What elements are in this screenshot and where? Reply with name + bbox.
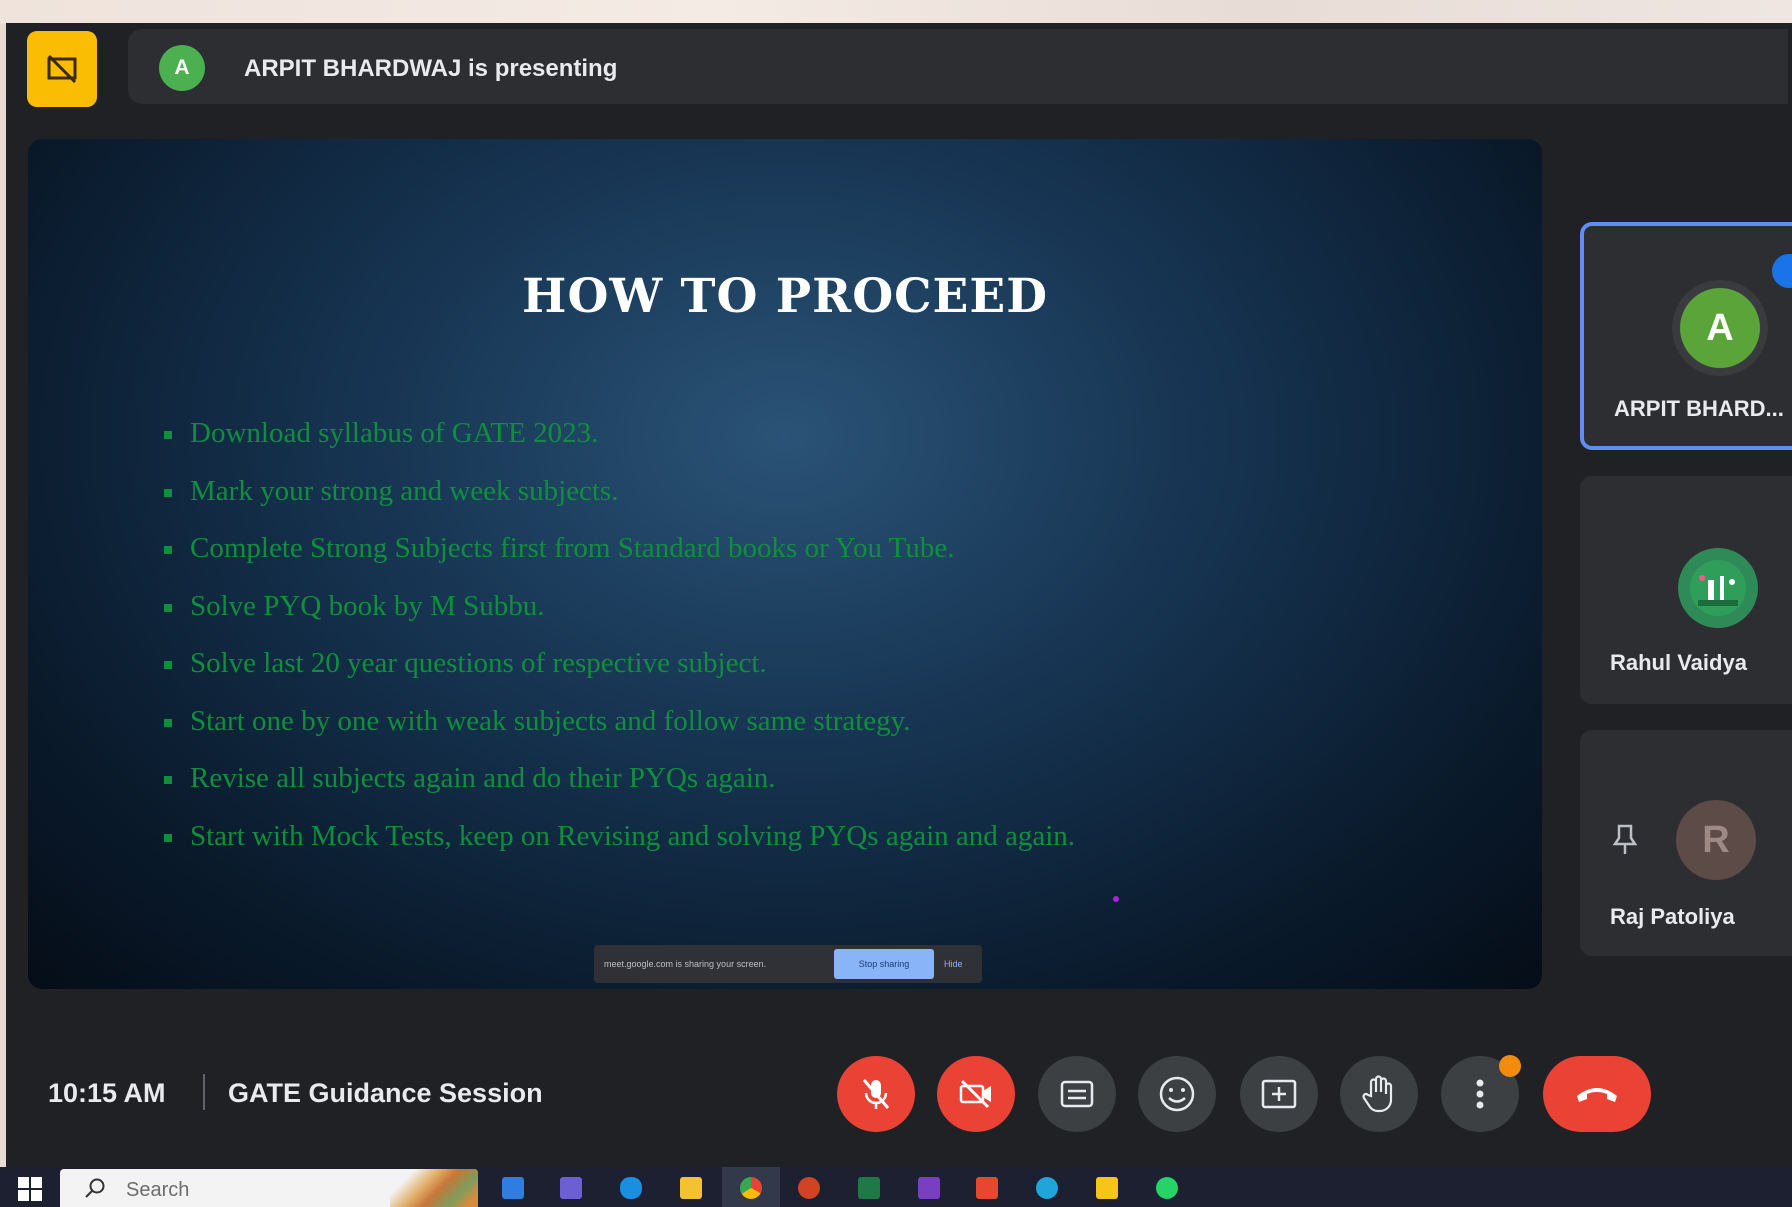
excel-icon[interactable]: [858, 1177, 880, 1199]
notification-dot: [1499, 1055, 1521, 1077]
profile-picture-icon: [1690, 560, 1746, 616]
emoji-reaction-button[interactable]: [1138, 1056, 1216, 1132]
slide-bullet: Start with Mock Tests, keep on Revising …: [156, 808, 1075, 866]
meet-activity-icon[interactable]: [27, 31, 97, 107]
whatsapp-icon[interactable]: [1156, 1177, 1178, 1199]
sticky-notes-icon[interactable]: [1096, 1177, 1118, 1199]
file-explorer-icon[interactable]: [680, 1177, 702, 1199]
presenting-label: ARPIT BHARDWAJ is presenting: [244, 55, 618, 82]
mic-toggle-button[interactable]: [837, 1056, 915, 1132]
presenter-avatar: A: [159, 45, 205, 91]
search-placeholder: Search: [126, 1179, 190, 1201]
office-icon[interactable]: [976, 1177, 998, 1199]
slide-bullet: Revise all subjects again and do their P…: [156, 750, 1075, 808]
chrome-icon[interactable]: [740, 1177, 762, 1199]
taskbar-search-box[interactable]: Search: [60, 1169, 478, 1207]
leave-call-button[interactable]: [1543, 1056, 1651, 1132]
captions-button[interactable]: [1038, 1056, 1116, 1132]
meeting-title: GATE Guidance Session: [228, 1078, 543, 1108]
slide-bullet: Download syllabus of GATE 2023.: [156, 405, 1075, 463]
participant-tile-arpit[interactable]: A ARPIT BHARD...: [1580, 222, 1792, 450]
participant-name: Rahul Vaidya: [1610, 650, 1747, 675]
more-options-button[interactable]: [1441, 1055, 1521, 1132]
raise-hand-button[interactable]: [1340, 1056, 1418, 1132]
windows-start-icon[interactable]: [18, 1177, 42, 1201]
speaking-indicator: [1772, 254, 1792, 288]
footer-divider: [203, 1074, 205, 1110]
presenting-banner: A ARPIT BHARDWAJ is presenting: [128, 29, 1788, 104]
emoji-icon: [1159, 1076, 1195, 1112]
pointer-dot: [1113, 896, 1119, 902]
participant-name: Raj Patoliya: [1610, 904, 1735, 929]
slide-bullet: Start one by one with weak subjects and …: [156, 693, 1075, 751]
teams-icon[interactable]: [560, 1177, 582, 1199]
present-now-button[interactable]: [1240, 1056, 1318, 1132]
hand-icon: [1362, 1075, 1393, 1113]
slide-bullet: Solve PYQ book by M Subbu.: [156, 578, 1075, 636]
hang-up-icon: [1577, 1088, 1617, 1102]
windows-taskbar: Search: [0, 1167, 1792, 1207]
participant-tile-raj[interactable]: R Raj Patoliya: [1580, 730, 1792, 956]
present-off-icon: [47, 54, 77, 84]
participant-avatar: R: [1676, 800, 1756, 880]
shared-slide: HOW TO PROCEED Download syllabus of GATE…: [28, 139, 1542, 989]
edge-icon[interactable]: [1036, 1177, 1058, 1199]
stop-sharing-button[interactable]: Stop sharing: [834, 949, 934, 979]
desktop-background-strip: [0, 0, 1792, 24]
participant-name: ARPIT BHARD...: [1614, 396, 1784, 421]
powerpoint-icon[interactable]: [798, 1177, 820, 1199]
slide-title: HOW TO PROCEED: [522, 269, 1048, 324]
more-vert-icon: [1476, 1079, 1484, 1109]
hide-share-button[interactable]: Hide: [944, 959, 963, 969]
slide-bullet: Mark your strong and week subjects.: [156, 463, 1075, 521]
participant-avatar: A: [1680, 288, 1760, 368]
camera-off-icon: [959, 1079, 991, 1109]
captions-icon: [1060, 1080, 1094, 1108]
onenote-icon[interactable]: [918, 1177, 940, 1199]
pin-icon: [1612, 824, 1638, 854]
share-notice-text: meet.google.com is sharing your screen.: [604, 959, 767, 969]
search-highlight-image: [390, 1169, 478, 1207]
mic-off-icon: [862, 1079, 890, 1109]
widgets-icon[interactable]: [502, 1177, 524, 1199]
slide-bullet: Complete Strong Subjects first from Stan…: [156, 520, 1075, 578]
onedrive-icon[interactable]: [620, 1177, 642, 1199]
slide-bullet: Solve last 20 year questions of respecti…: [156, 635, 1075, 693]
meeting-time: 10:15 AM: [48, 1078, 166, 1108]
participant-tile-rahul[interactable]: Rahul Vaidya: [1580, 476, 1792, 704]
screen-share-notice: meet.google.com is sharing your screen. …: [594, 945, 982, 983]
search-icon: [85, 1178, 105, 1198]
camera-toggle-button[interactable]: [937, 1056, 1015, 1132]
present-screen-icon: [1261, 1079, 1297, 1109]
slide-bullet-list: Download syllabus of GATE 2023. Mark you…: [156, 405, 1075, 865]
participant-avatar: [1678, 548, 1758, 628]
